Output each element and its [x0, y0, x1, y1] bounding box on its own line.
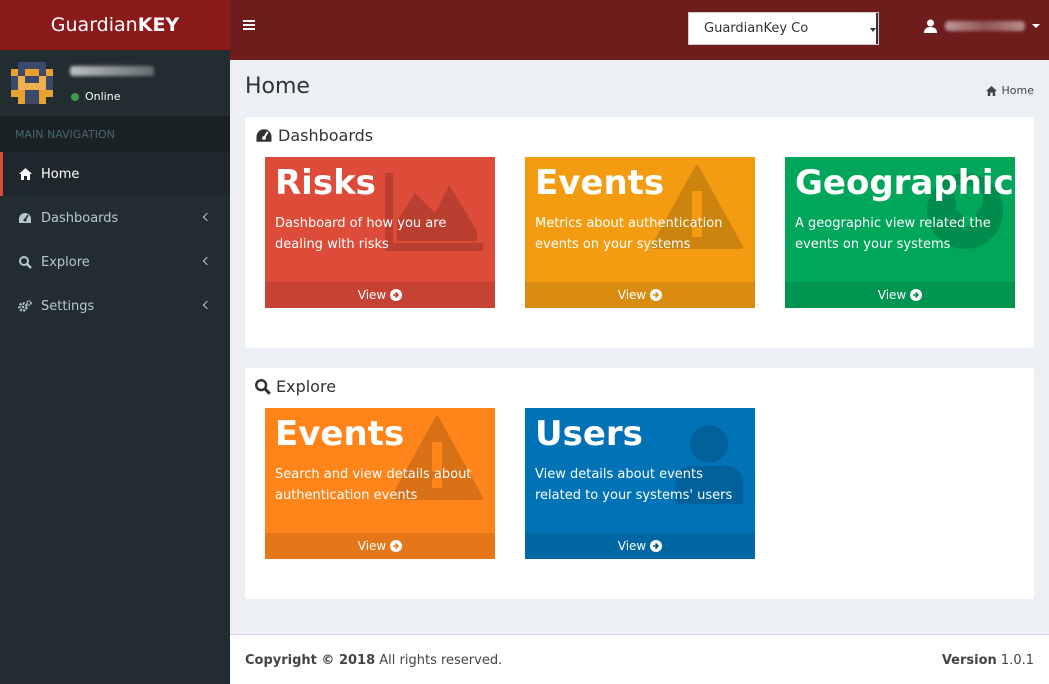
sidebar-item-label: Home [41, 166, 80, 182]
brand-bold: KEY [137, 14, 180, 36]
user-panel: Online [0, 50, 230, 116]
user-icon [924, 19, 937, 33]
caret-down-icon [1032, 24, 1040, 28]
tile-view-link[interactable]: View [525, 282, 755, 308]
tile-view-link[interactable]: View [785, 282, 1015, 308]
search-icon [18, 255, 32, 269]
dashboard-icon [18, 211, 32, 225]
sidebar: Online MAIN NAVIGATION Home Dashboards E… [0, 50, 230, 684]
sidebar-item-home[interactable]: Home [0, 152, 230, 196]
arrow-circle-right-icon [650, 540, 663, 552]
top-navbar: GuardianKey Co [230, 0, 1049, 60]
chevron-left-icon [202, 212, 212, 222]
arrow-circle-right-icon [650, 289, 663, 301]
sidebar-item-settings[interactable]: Settings [0, 284, 230, 328]
tile-title: Events [535, 163, 665, 203]
page-title: Home [245, 74, 310, 99]
user-status: Online [71, 90, 120, 103]
tile-title: Events [275, 414, 405, 454]
tile-users[interactable]: Users View details about events related … [525, 408, 755, 559]
box-title: Dashboards [255, 126, 373, 145]
chevron-left-icon [202, 300, 212, 310]
arrow-circle-right-icon [390, 540, 403, 552]
home-icon [18, 167, 32, 181]
tile-view-link[interactable]: View [525, 533, 755, 559]
tile-desc: Search and view details about authentica… [275, 467, 472, 504]
version-number: 1.0.1 [1000, 653, 1034, 668]
tile-view-link[interactable]: View [265, 533, 495, 559]
tile-geographic[interactable]: Geographic A geographic view related the… [785, 157, 1015, 308]
user-panel-name-redacted [70, 66, 154, 76]
dashboards-box: Dashboards Risks Dashboard of how you ar… [245, 117, 1034, 348]
sidebar-item-label: Dashboards [41, 210, 119, 226]
tile-title: Risks [275, 163, 376, 203]
sidebar-item-label: Settings [41, 298, 95, 314]
company-select-value: GuardianKey Co [704, 21, 809, 36]
cogs-icon [18, 299, 32, 313]
tile-title: Geographic [795, 163, 1014, 203]
brand-logo[interactable]: Guardian KEY [0, 0, 230, 50]
nav-header: MAIN NAVIGATION [0, 116, 230, 152]
avatar [11, 62, 53, 104]
rights-text: All rights reserved. [379, 653, 503, 668]
chevron-left-icon [202, 256, 212, 266]
tile-desc: Metrics about authentication events on y… [535, 216, 723, 253]
tile-risks[interactable]: Risks Dashboard of how you are dealing w… [265, 157, 495, 308]
user-menu[interactable] [924, 15, 1040, 37]
tile-events-explore[interactable]: Events Search and view details about aut… [265, 408, 495, 559]
tile-desc: A geographic view related the events on … [795, 216, 991, 253]
content-header: Home [245, 74, 310, 99]
sidebar-item-explore[interactable]: Explore [0, 240, 230, 284]
chevron-down-icon [870, 28, 876, 32]
tile-desc: View details about events related to you… [535, 467, 733, 504]
tile-title: Users [535, 414, 643, 454]
version-info: Version 1.0.1 [941, 653, 1034, 668]
sidebar-item-dashboards[interactable]: Dashboards [0, 196, 230, 240]
home-icon [985, 85, 997, 96]
search-icon [255, 378, 271, 395]
box-title: Explore [255, 377, 336, 396]
tile-events-dashboard[interactable]: Events Metrics about authentication even… [525, 157, 755, 308]
online-dot-icon [71, 92, 79, 101]
copyright: Copyright © 2018 [245, 653, 376, 668]
main-footer: Copyright © 2018 All rights reserved. Ve… [230, 634, 1049, 684]
sidebar-item-label: Explore [41, 254, 90, 270]
breadcrumb[interactable]: Home [985, 84, 1034, 97]
dashboard-icon [256, 129, 272, 142]
brand-light: Guardian [50, 14, 138, 36]
explore-box: Explore Events Search and view details a… [245, 368, 1034, 599]
company-select[interactable]: GuardianKey Co [688, 12, 879, 45]
arrow-circle-right-icon [910, 289, 923, 301]
arrow-circle-right-icon [390, 289, 403, 301]
breadcrumb-home[interactable]: Home [1002, 84, 1034, 97]
sidebar-toggle-icon[interactable] [242, 17, 260, 35]
user-name-redacted [945, 21, 1025, 31]
tile-view-link[interactable]: View [265, 282, 495, 308]
tile-desc: Dashboard of how you are dealing with ri… [275, 216, 447, 253]
